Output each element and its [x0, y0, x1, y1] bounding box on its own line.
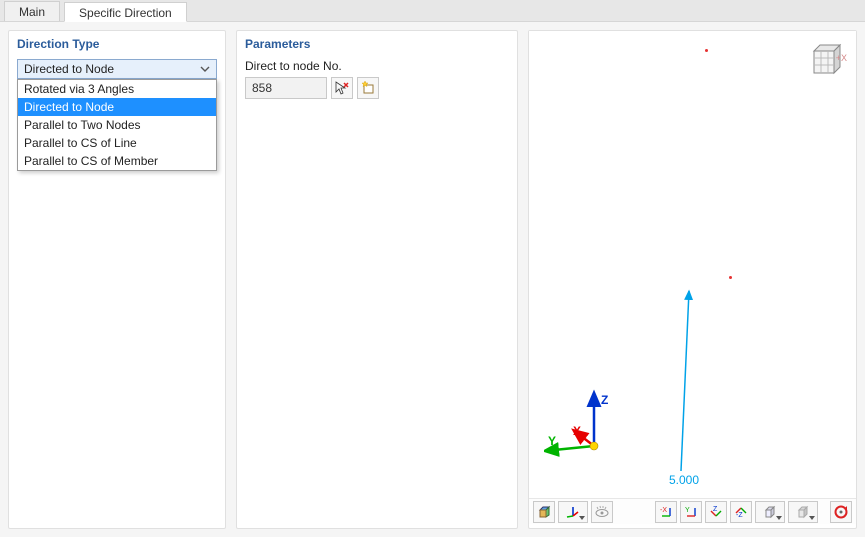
- option-directed-to-node[interactable]: Directed to Node: [18, 98, 216, 116]
- chevron-down-icon: [579, 516, 585, 520]
- iso-cube-icon: [763, 505, 777, 519]
- pick-node-button[interactable]: [331, 77, 353, 99]
- panel-parameters: Parameters Direct to node No.: [236, 30, 518, 529]
- render-cube-icon: [796, 505, 810, 519]
- axis-neg-z-icon: -Z: [734, 505, 748, 519]
- option-parallel-to-two-nodes[interactable]: Parallel to Two Nodes: [18, 116, 216, 134]
- view-neg-z-button[interactable]: -Z: [730, 501, 752, 523]
- view-cube[interactable]: +X: [804, 37, 850, 83]
- option-rotated-via-3-angles[interactable]: Rotated via 3 Angles: [18, 80, 216, 98]
- svg-text:Z: Z: [713, 506, 718, 513]
- reset-view-button[interactable]: [830, 501, 852, 523]
- svg-text:-Z: -Z: [736, 512, 743, 519]
- iso-view-button[interactable]: [755, 501, 785, 523]
- direction-type-title: Direction Type: [9, 31, 225, 55]
- viewport-3d[interactable]: 5.000 Z Y X: [529, 31, 856, 494]
- option-parallel-to-cs-of-line[interactable]: Parallel to CS of Line: [18, 134, 216, 152]
- tab-main[interactable]: Main: [4, 1, 60, 21]
- eye-load-icon: [595, 505, 609, 519]
- chevron-down-icon: [776, 516, 782, 520]
- axis-y-label: Y: [548, 434, 556, 448]
- dimension-label: 5.000: [669, 473, 699, 487]
- axis-x-label: X: [573, 424, 581, 438]
- axis-display-button[interactable]: [558, 501, 588, 523]
- svg-text:Y: Y: [685, 507, 690, 514]
- tab-bar: Main Specific Direction: [0, 0, 865, 22]
- direct-to-node-label: Direct to node No.: [237, 55, 517, 77]
- show-loads-button[interactable]: [591, 501, 613, 523]
- axis-z-label: Z: [601, 393, 608, 407]
- tab-specific-direction[interactable]: Specific Direction: [64, 2, 187, 22]
- show-model-button[interactable]: [533, 501, 555, 523]
- chevron-down-icon: [809, 516, 815, 520]
- axis-triad: [544, 386, 634, 476]
- content-area: Direction Type Directed to Node Rotated …: [0, 22, 865, 537]
- axis-y-icon: Y: [684, 505, 698, 519]
- cursor-x-icon: [335, 81, 349, 95]
- view-z-button[interactable]: Z: [705, 501, 727, 523]
- option-parallel-to-cs-of-member[interactable]: Parallel to CS of Member: [18, 152, 216, 170]
- direction-type-combo-value: Directed to Node: [24, 62, 114, 76]
- axis-z-icon: Z: [709, 505, 723, 519]
- direction-type-combo-display[interactable]: Directed to Node: [17, 59, 217, 79]
- viewport-toolbar: -X Y: [529, 498, 856, 524]
- svg-text:-X: -X: [660, 507, 667, 514]
- cube-face-label: +X: [836, 53, 847, 63]
- panel-direction-type: Direction Type Directed to Node Rotated …: [8, 30, 226, 529]
- chevron-down-icon: [196, 60, 214, 78]
- direction-type-dropdown: Rotated via 3 Angles Directed to Node Pa…: [17, 79, 217, 171]
- parameters-title: Parameters: [237, 31, 517, 55]
- direction-type-combo[interactable]: Directed to Node Rotated via 3 Angles Di…: [17, 59, 217, 79]
- display-mode-button[interactable]: [788, 501, 818, 523]
- axis-x-icon: -X: [659, 505, 673, 519]
- new-node-button[interactable]: [357, 77, 379, 99]
- node-number-input[interactable]: [245, 77, 327, 99]
- axis-triad-icon: [566, 505, 580, 519]
- view-y-button[interactable]: Y: [680, 501, 702, 523]
- cube-colored-icon: [537, 505, 551, 519]
- reset-red-icon: [834, 505, 848, 519]
- view-x-button[interactable]: -X: [655, 501, 677, 523]
- new-star-icon: [361, 81, 375, 95]
- panel-viewport: 5.000 Z Y X: [528, 30, 857, 529]
